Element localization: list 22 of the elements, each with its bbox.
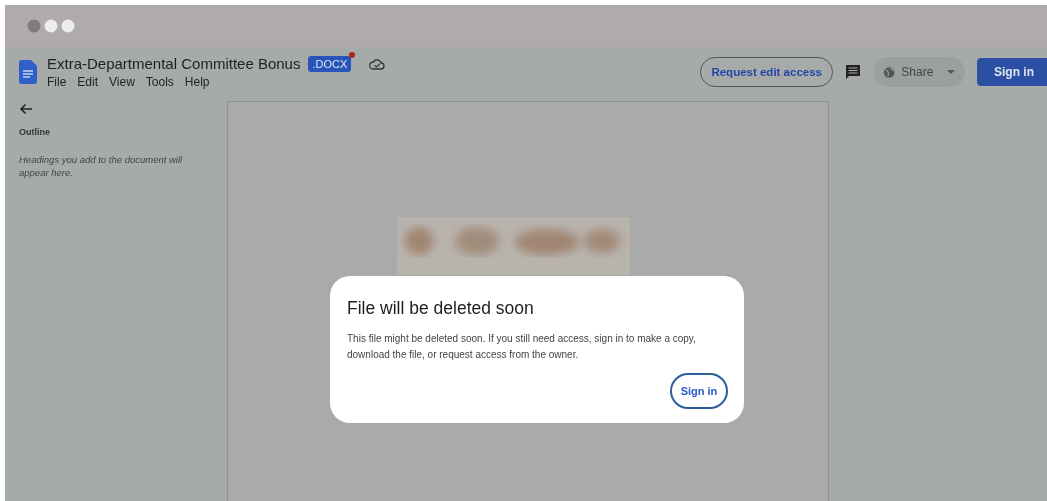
cloud-icon[interactable]	[369, 57, 386, 70]
comment-icon[interactable]	[845, 64, 861, 80]
menu-item[interactable]: File	[47, 75, 67, 89]
window-controls-icon[interactable]	[27, 19, 77, 33]
document-title: Extra-Departmental Committee Bonus	[47, 55, 301, 72]
menu-item[interactable]: Help	[184, 75, 210, 89]
globe-icon	[883, 65, 896, 79]
caret-icon[interactable]	[947, 70, 955, 74]
sign-in-button[interactable]: Sign in	[977, 58, 1047, 86]
document-icon[interactable]	[19, 60, 37, 84]
share-button[interactable]: Share	[873, 57, 965, 87]
outline-title: Outline	[19, 127, 51, 137]
menu-item[interactable]: Tools	[145, 75, 174, 89]
dialog-message: This file might be deleted soon. If you still need access, sign in to make a copy, download the file, or request access from the owner.	[347, 332, 697, 362]
file-type-badge: .DOCX	[308, 55, 352, 72]
share-label: Share	[901, 65, 934, 79]
dialog-title: File will be deleted soon	[347, 298, 535, 319]
dialog-sign-in-button[interactable]: Sign in	[670, 373, 728, 409]
menu-item[interactable]: View	[109, 75, 135, 89]
outline-hint: Headings you add to the document will appear here.	[19, 153, 184, 179]
back-arrow-icon[interactable]	[19, 103, 33, 115]
menu-item[interactable]: Edit	[77, 75, 99, 89]
